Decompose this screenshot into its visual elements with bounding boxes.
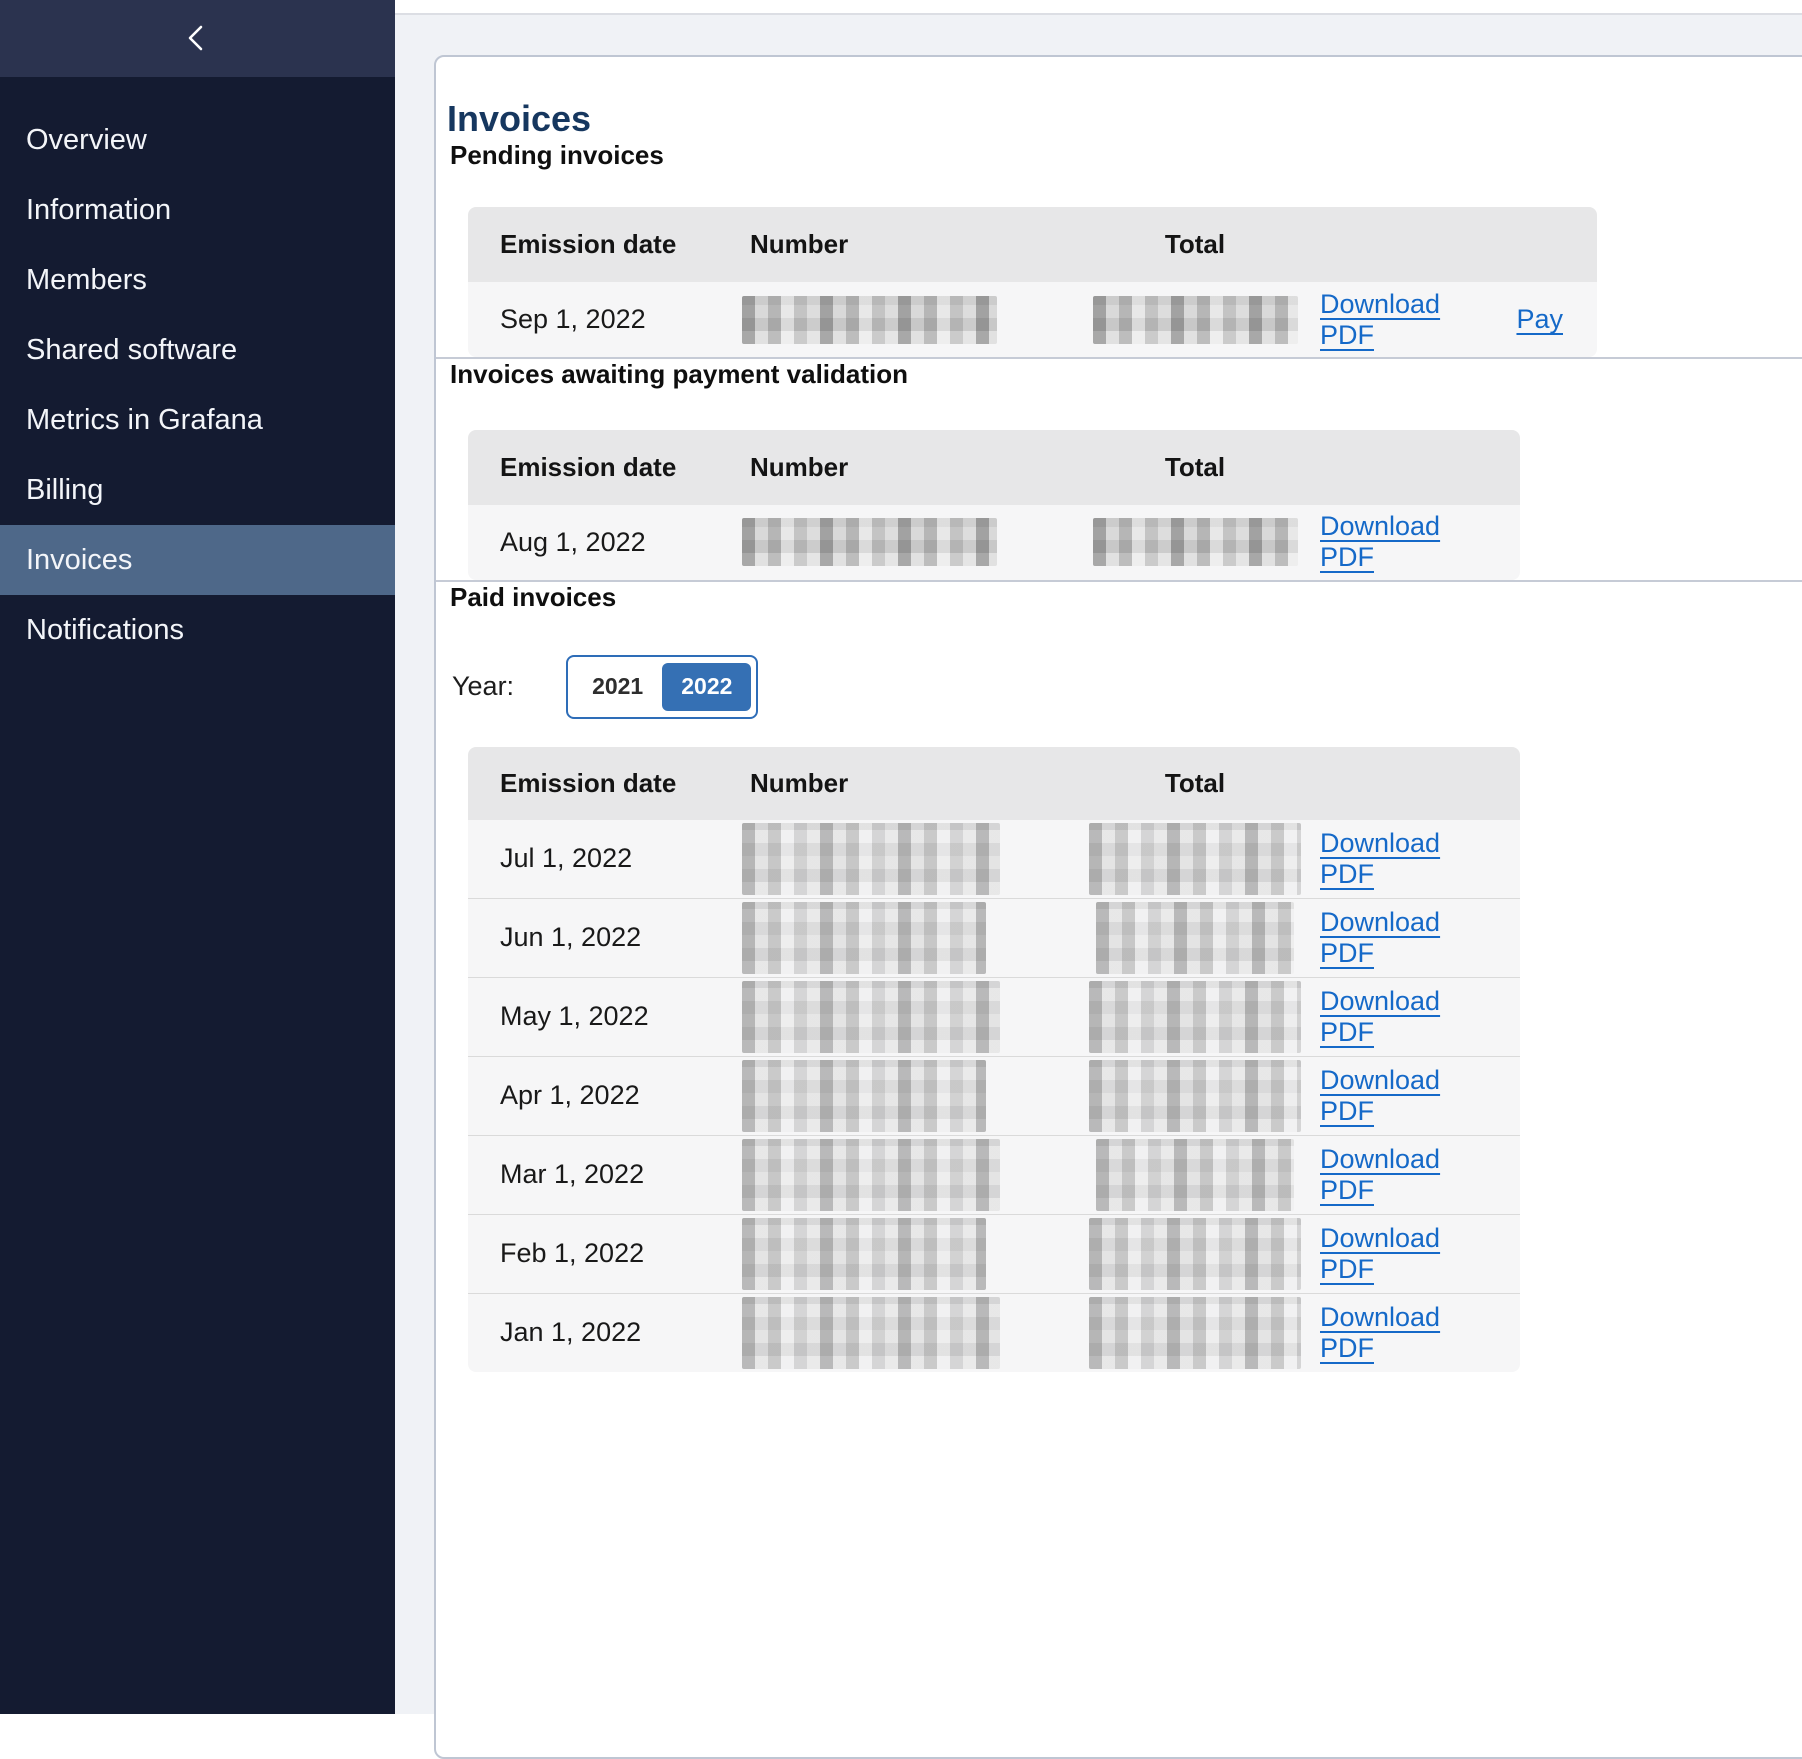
sidebar-item-notifications[interactable]: Notifications — [0, 595, 395, 665]
download-pdf-link[interactable]: Download PDF — [1320, 907, 1492, 969]
paid-invoices-table: Emission dateNumberTotal Jul 1, 2022 Downl… — [468, 747, 1520, 1372]
download-pdf-link[interactable]: Download PDF — [1320, 289, 1480, 351]
row-actions: Download PDF — [1320, 907, 1520, 969]
table-header-row: Emission dateNumberTotal — [468, 430, 1520, 505]
emission-date-cell: Sep 1, 2022 — [468, 304, 750, 335]
sidebar-item-members[interactable]: Members — [0, 245, 395, 315]
row-actions: Download PDF — [1320, 1065, 1520, 1127]
sidebar-item-billing[interactable]: Billing — [0, 455, 395, 525]
invoice-row: Mar 1, 2022 Download PDF — [468, 1135, 1520, 1214]
invoice-row: Jun 1, 2022 Download PDF — [468, 898, 1520, 977]
sidebar-collapse-button[interactable] — [172, 14, 220, 62]
download-pdf-link[interactable]: Download PDF — [1320, 511, 1492, 573]
row-actions: Download PDF — [1320, 1223, 1520, 1285]
column-header-total: Total — [1070, 768, 1320, 799]
redacted-invoice-total — [1089, 1297, 1301, 1369]
chevron-left-icon — [183, 22, 209, 54]
table-header-row: Emission dateNumberTotal — [468, 207, 1597, 282]
sidebar-item-information[interactable]: Information — [0, 175, 395, 245]
invoice-row: Apr 1, 2022 Download PDF — [468, 1056, 1520, 1135]
sidebar-header — [0, 0, 395, 77]
column-header-number: Number — [750, 768, 1070, 799]
invoice-row: Jan 1, 2022 Download PDF — [468, 1293, 1520, 1372]
download-pdf-link[interactable]: Download PDF — [1320, 1144, 1492, 1206]
column-header-total: Total — [1070, 229, 1320, 260]
download-pdf-link[interactable]: Download PDF — [1320, 986, 1492, 1048]
invoice-row: Sep 1, 2022 Download PDF Pay — [468, 282, 1597, 357]
sidebar-item-invoices[interactable]: Invoices — [0, 525, 395, 595]
year-option-2022[interactable]: 2022 — [662, 663, 751, 711]
download-pdf-link[interactable]: Download PDF — [1320, 1223, 1492, 1285]
pending-invoices-heading: Pending invoices — [450, 140, 1802, 171]
emission-date-cell: Jun 1, 2022 — [468, 922, 750, 953]
column-header-number: Number — [750, 452, 1070, 483]
redacted-invoice-total — [1096, 1139, 1294, 1211]
column-header-number: Number — [750, 229, 1070, 260]
invoice-row: Aug 1, 2022 Download PDF — [468, 505, 1520, 580]
sidebar-item-shared-software[interactable]: Shared software — [0, 315, 395, 385]
emission-date-cell: Jan 1, 2022 — [468, 1317, 750, 1348]
year-toggle: 20212022 — [566, 655, 758, 719]
main-area: Invoices Pending invoices Emission dateN… — [395, 0, 1802, 1714]
row-actions: Download PDF — [1320, 828, 1520, 890]
row-actions: Download PDF Pay — [1320, 289, 1597, 351]
emission-date-cell: Apr 1, 2022 — [468, 1080, 750, 1111]
redacted-invoice-total — [1089, 1060, 1301, 1132]
topbar — [395, 0, 1802, 15]
emission-date-cell: Aug 1, 2022 — [468, 527, 750, 558]
redacted-invoice-number — [742, 1297, 1000, 1369]
redacted-invoice-number — [742, 518, 997, 566]
redacted-invoice-total — [1093, 518, 1298, 566]
redacted-invoice-total — [1089, 981, 1301, 1053]
column-header-emission-date: Emission date — [468, 452, 750, 483]
download-pdf-link[interactable]: Download PDF — [1320, 1302, 1492, 1364]
table-header-row: Emission dateNumberTotal — [468, 747, 1520, 820]
redacted-invoice-number — [742, 902, 986, 974]
awaiting-validation-heading: Invoices awaiting payment validation — [450, 359, 1802, 390]
emission-date-cell: May 1, 2022 — [468, 1001, 750, 1032]
year-filter-row: Year: 20212022 — [452, 655, 1802, 719]
sidebar-item-overview[interactable]: Overview — [0, 105, 395, 175]
download-pdf-link[interactable]: Download PDF — [1320, 828, 1492, 890]
invoice-row: Feb 1, 2022 Download PDF — [468, 1214, 1520, 1293]
redacted-invoice-number — [742, 823, 1000, 895]
year-label: Year: — [452, 671, 514, 702]
redacted-invoice-total — [1096, 902, 1294, 974]
emission-date-cell: Jul 1, 2022 — [468, 843, 750, 874]
row-actions: Download PDF — [1320, 511, 1520, 573]
sidebar: OverviewInformationMembersShared softwar… — [0, 0, 395, 1714]
redacted-invoice-number — [742, 1218, 986, 1290]
year-option-2021[interactable]: 2021 — [573, 663, 662, 711]
download-pdf-link[interactable]: Download PDF — [1320, 1065, 1492, 1127]
sidebar-nav: OverviewInformationMembersShared softwar… — [0, 77, 395, 665]
awaiting-invoices-table: Emission dateNumberTotal Aug 1, 2022 Downl… — [468, 430, 1520, 580]
column-header-total: Total — [1070, 452, 1320, 483]
emission-date-cell: Mar 1, 2022 — [468, 1159, 750, 1190]
paid-invoices-heading: Paid invoices — [450, 582, 1802, 613]
redacted-invoice-number — [742, 296, 997, 344]
redacted-invoice-number — [742, 1139, 1000, 1211]
page-title: Invoices — [447, 97, 1802, 140]
column-header-emission-date: Emission date — [468, 229, 750, 260]
invoices-card: Invoices Pending invoices Emission dateN… — [434, 55, 1802, 1759]
redacted-invoice-number — [742, 1060, 986, 1132]
invoice-row: Jul 1, 2022 Download PDF — [468, 820, 1520, 898]
emission-date-cell: Feb 1, 2022 — [468, 1238, 750, 1269]
row-actions: Download PDF — [1320, 986, 1520, 1048]
row-actions: Download PDF — [1320, 1144, 1520, 1206]
redacted-invoice-total — [1089, 1218, 1301, 1290]
row-actions: Download PDF — [1320, 1302, 1520, 1364]
pay-link[interactable]: Pay — [1516, 304, 1563, 335]
redacted-invoice-number — [742, 981, 1000, 1053]
invoice-row: May 1, 2022 Download PDF — [468, 977, 1520, 1056]
redacted-invoice-total — [1089, 823, 1301, 895]
sidebar-item-metrics-in-grafana[interactable]: Metrics in Grafana — [0, 385, 395, 455]
pending-invoices-table: Emission dateNumberTotal Sep 1, 2022 Downl… — [468, 207, 1597, 357]
redacted-invoice-total — [1093, 296, 1298, 344]
column-header-emission-date: Emission date — [468, 768, 750, 799]
